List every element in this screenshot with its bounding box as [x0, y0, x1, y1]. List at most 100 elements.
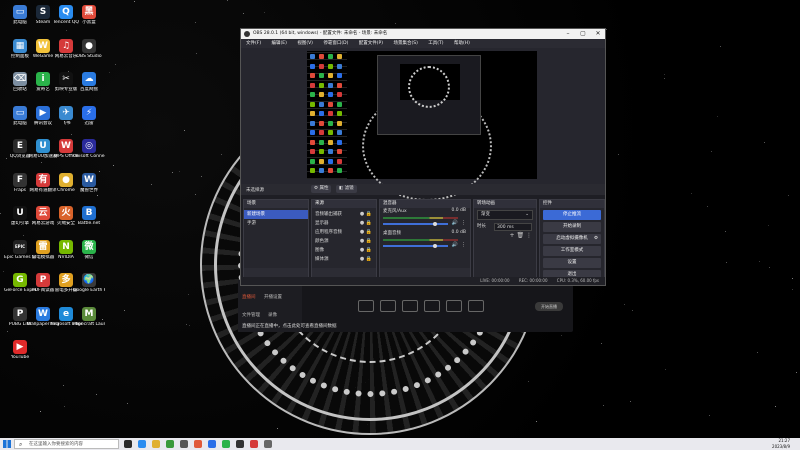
controls-dock[interactable]: 控件 停止推流 开始录制 启动虚拟摄像机 ⚙ 工作室模式 设置 退出	[539, 199, 605, 280]
filters-button[interactable]: ◧ 滤镜	[336, 185, 357, 193]
app-taskbar-icon[interactable]	[250, 440, 258, 448]
obs-taskbar-icon[interactable]	[236, 440, 244, 448]
more-icon[interactable]: ⋮	[526, 232, 532, 239]
desktop-icon[interactable]: 微微信	[73, 239, 105, 269]
tool-button[interactable]	[358, 300, 374, 312]
visibility-lock-icon[interactable]: ● 🔒	[360, 246, 372, 255]
add-icon[interactable]: +	[510, 232, 515, 239]
tool-button[interactable]	[468, 300, 484, 312]
visibility-lock-icon[interactable]: ● 🔒	[360, 228, 372, 237]
preview-canvas[interactable]	[307, 51, 537, 201]
sources-dock[interactable]: 来源 音频输出捕获 ● 🔒 显示器 ● 🔒 应用程序音频 ● 🔒 颜色源 ● 🔒 图像 ●…	[311, 199, 377, 285]
start-virtual-camera-button[interactable]: 启动虚拟摄像机 ⚙	[543, 234, 601, 244]
menu-tools[interactable]: 工具(T)	[428, 41, 443, 46]
menu-edit[interactable]: 编辑(E)	[272, 41, 287, 46]
task-view-icon[interactable]	[124, 440, 132, 448]
app-icon: ▭	[13, 5, 27, 19]
app-taskbar-icon[interactable]	[180, 440, 188, 448]
stop-streaming-button[interactable]: 停止推流	[543, 210, 601, 220]
tab-recording[interactable]: 录像	[268, 312, 277, 318]
menu-help[interactable]: 帮助(H)	[454, 41, 470, 46]
clock-date: 2023/8/9	[772, 443, 790, 449]
desktop-icon[interactable]: ⚡ 迅雷	[73, 105, 105, 135]
source-item[interactable]: 颜色源 ● 🔒	[312, 237, 376, 246]
desktop-icon[interactable]: B Battle.net	[73, 205, 105, 235]
transitions-dock[interactable]: 转场动画 渐变 ⌄ 时长 300 ms + 🗑 ⋮	[473, 199, 537, 279]
menu-view[interactable]: 视图(V)	[297, 41, 313, 46]
properties-button[interactable]: ⚙ 属性	[311, 185, 332, 193]
volume-slider-handle[interactable]	[433, 244, 438, 248]
tab-files[interactable]: 文件管理	[242, 312, 260, 318]
source-item[interactable]: 媒体源 ● 🔒	[312, 255, 376, 264]
desktop-icon[interactable]: ▶ YouTube	[4, 339, 36, 369]
mini-icon	[337, 82, 342, 88]
gear-icon[interactable]: ⋮	[461, 242, 466, 248]
start-live-button[interactable]: 开始直播	[535, 302, 563, 311]
app-taskbar-icon[interactable]	[208, 440, 216, 448]
mixer-track[interactable]: 桌面音频 0.0 dB 🔊 ⋮	[380, 230, 470, 252]
trash-icon[interactable]: 🗑	[516, 232, 524, 239]
sources-header: 来源	[312, 200, 376, 208]
menu-scene-collection[interactable]: 场景集合(S)	[393, 41, 417, 46]
explorer-taskbar-icon[interactable]	[152, 440, 160, 448]
desktop-icon[interactable]: ● OBS Studio	[73, 38, 105, 68]
visibility-lock-icon[interactable]: ● 🔒	[360, 255, 372, 264]
desktop-icon[interactable]: W 魔兽世界	[73, 172, 105, 202]
scene-item[interactable]: 手游	[244, 219, 308, 228]
transition-select[interactable]: 渐变 ⌄	[477, 210, 533, 220]
source-item[interactable]: 应用程序音频 ● 🔒	[312, 228, 376, 237]
minimize-icon[interactable]: –	[561, 29, 575, 39]
menu-file[interactable]: 文件(F)	[246, 41, 261, 46]
obs-titlebar[interactable]: OBS 28.0.1 (64 bit, windows) - 配置文件: 未命名…	[241, 29, 605, 39]
desktop-icon[interactable]: ◎Ubisoft Connect	[73, 138, 105, 168]
menu-profile[interactable]: 配置文件(P)	[359, 41, 383, 46]
studio-mode-button[interactable]: 工作室模式	[543, 246, 601, 256]
menu-docks[interactable]: 停靠窗口(D)	[323, 41, 348, 46]
speaker-icon[interactable]: 🔊	[452, 242, 458, 248]
close-icon[interactable]: ✕	[591, 29, 605, 39]
settings-button[interactable]: 设置	[543, 258, 601, 268]
maximize-icon[interactable]: ▢	[576, 29, 590, 39]
source-item[interactable]: 图像 ● 🔒	[312, 246, 376, 255]
visibility-lock-icon[interactable]: ● 🔒	[360, 219, 372, 228]
star	[200, 176, 202, 178]
source-item[interactable]: 显示器 ● 🔒	[312, 219, 376, 228]
source-item[interactable]: 音频输出捕获 ● 🔒	[312, 210, 376, 219]
live-status-message[interactable]: 直播间正在直播中，点击此处可查看直播间数据	[242, 323, 337, 329]
visibility-lock-icon[interactable]: ● 🔒	[360, 210, 372, 219]
volume-slider[interactable]	[383, 245, 448, 247]
start-recording-button[interactable]: 开始录制	[543, 222, 601, 232]
desktop-icon[interactable]: 🌍Google Earth Pro	[73, 272, 105, 302]
tool-button[interactable]	[446, 300, 462, 312]
tool-button[interactable]	[424, 300, 440, 312]
app-taskbar-icon[interactable]	[264, 440, 272, 448]
audio-mixer-dock[interactable]: 混音器 麦克风/Aux0.0 dB🔊⋮桌面音频0.0 dB🔊⋮ 🔗⋮	[379, 199, 471, 285]
mixer-track[interactable]: 麦克风/Aux 0.0 dB 🔊 ⋮	[380, 208, 470, 230]
desktop-icon[interactable]: MMinecraft Launcher	[73, 306, 105, 336]
tool-button[interactable]	[380, 300, 396, 312]
tool-button[interactable]	[402, 300, 418, 312]
volume-slider-handle[interactable]	[433, 222, 438, 226]
scene-item[interactable]: 新建场景	[244, 210, 308, 219]
desktop-icon[interactable]: ☁ 百度网盘	[73, 71, 105, 101]
tab-broadcast-settings[interactable]: 开播设置	[264, 294, 282, 300]
app-taskbar-icon[interactable]	[194, 440, 202, 448]
volume-slider[interactable]	[383, 223, 448, 225]
tab-live-room[interactable]: 直播间	[242, 294, 256, 300]
live-streaming-app[interactable]: 直播间 开播设置 文件管理 录像 开始直播 直播间正在直播中，点击此处可查看直播…	[238, 280, 573, 332]
wechat-taskbar-icon[interactable]	[222, 440, 230, 448]
preview-area[interactable]	[241, 48, 605, 201]
chrome-taskbar-icon[interactable]	[166, 440, 174, 448]
scenes-dock[interactable]: 场景 新建场景 手游 +🗑▭⌃⌄	[243, 199, 309, 285]
edge-taskbar-icon[interactable]	[138, 440, 146, 448]
taskbar-search[interactable]: ⌕ 在这里输入你要搜索的内容	[14, 439, 119, 449]
duration-field[interactable]: 300 ms	[494, 223, 532, 231]
desktop-icon[interactable]: 黑小黑盒	[73, 4, 105, 34]
system-clock[interactable]: 21:27 2023/8/9	[772, 438, 790, 449]
windows-start-icon[interactable]	[3, 440, 11, 448]
speaker-icon[interactable]: 🔊	[452, 220, 458, 226]
gear-icon[interactable]: ⚙	[594, 234, 598, 244]
obs-window[interactable]: OBS 28.0.1 (64 bit, windows) - 配置文件: 未命名…	[240, 28, 606, 286]
gear-icon[interactable]: ⋮	[461, 220, 466, 226]
visibility-lock-icon[interactable]: ● 🔒	[360, 237, 372, 246]
